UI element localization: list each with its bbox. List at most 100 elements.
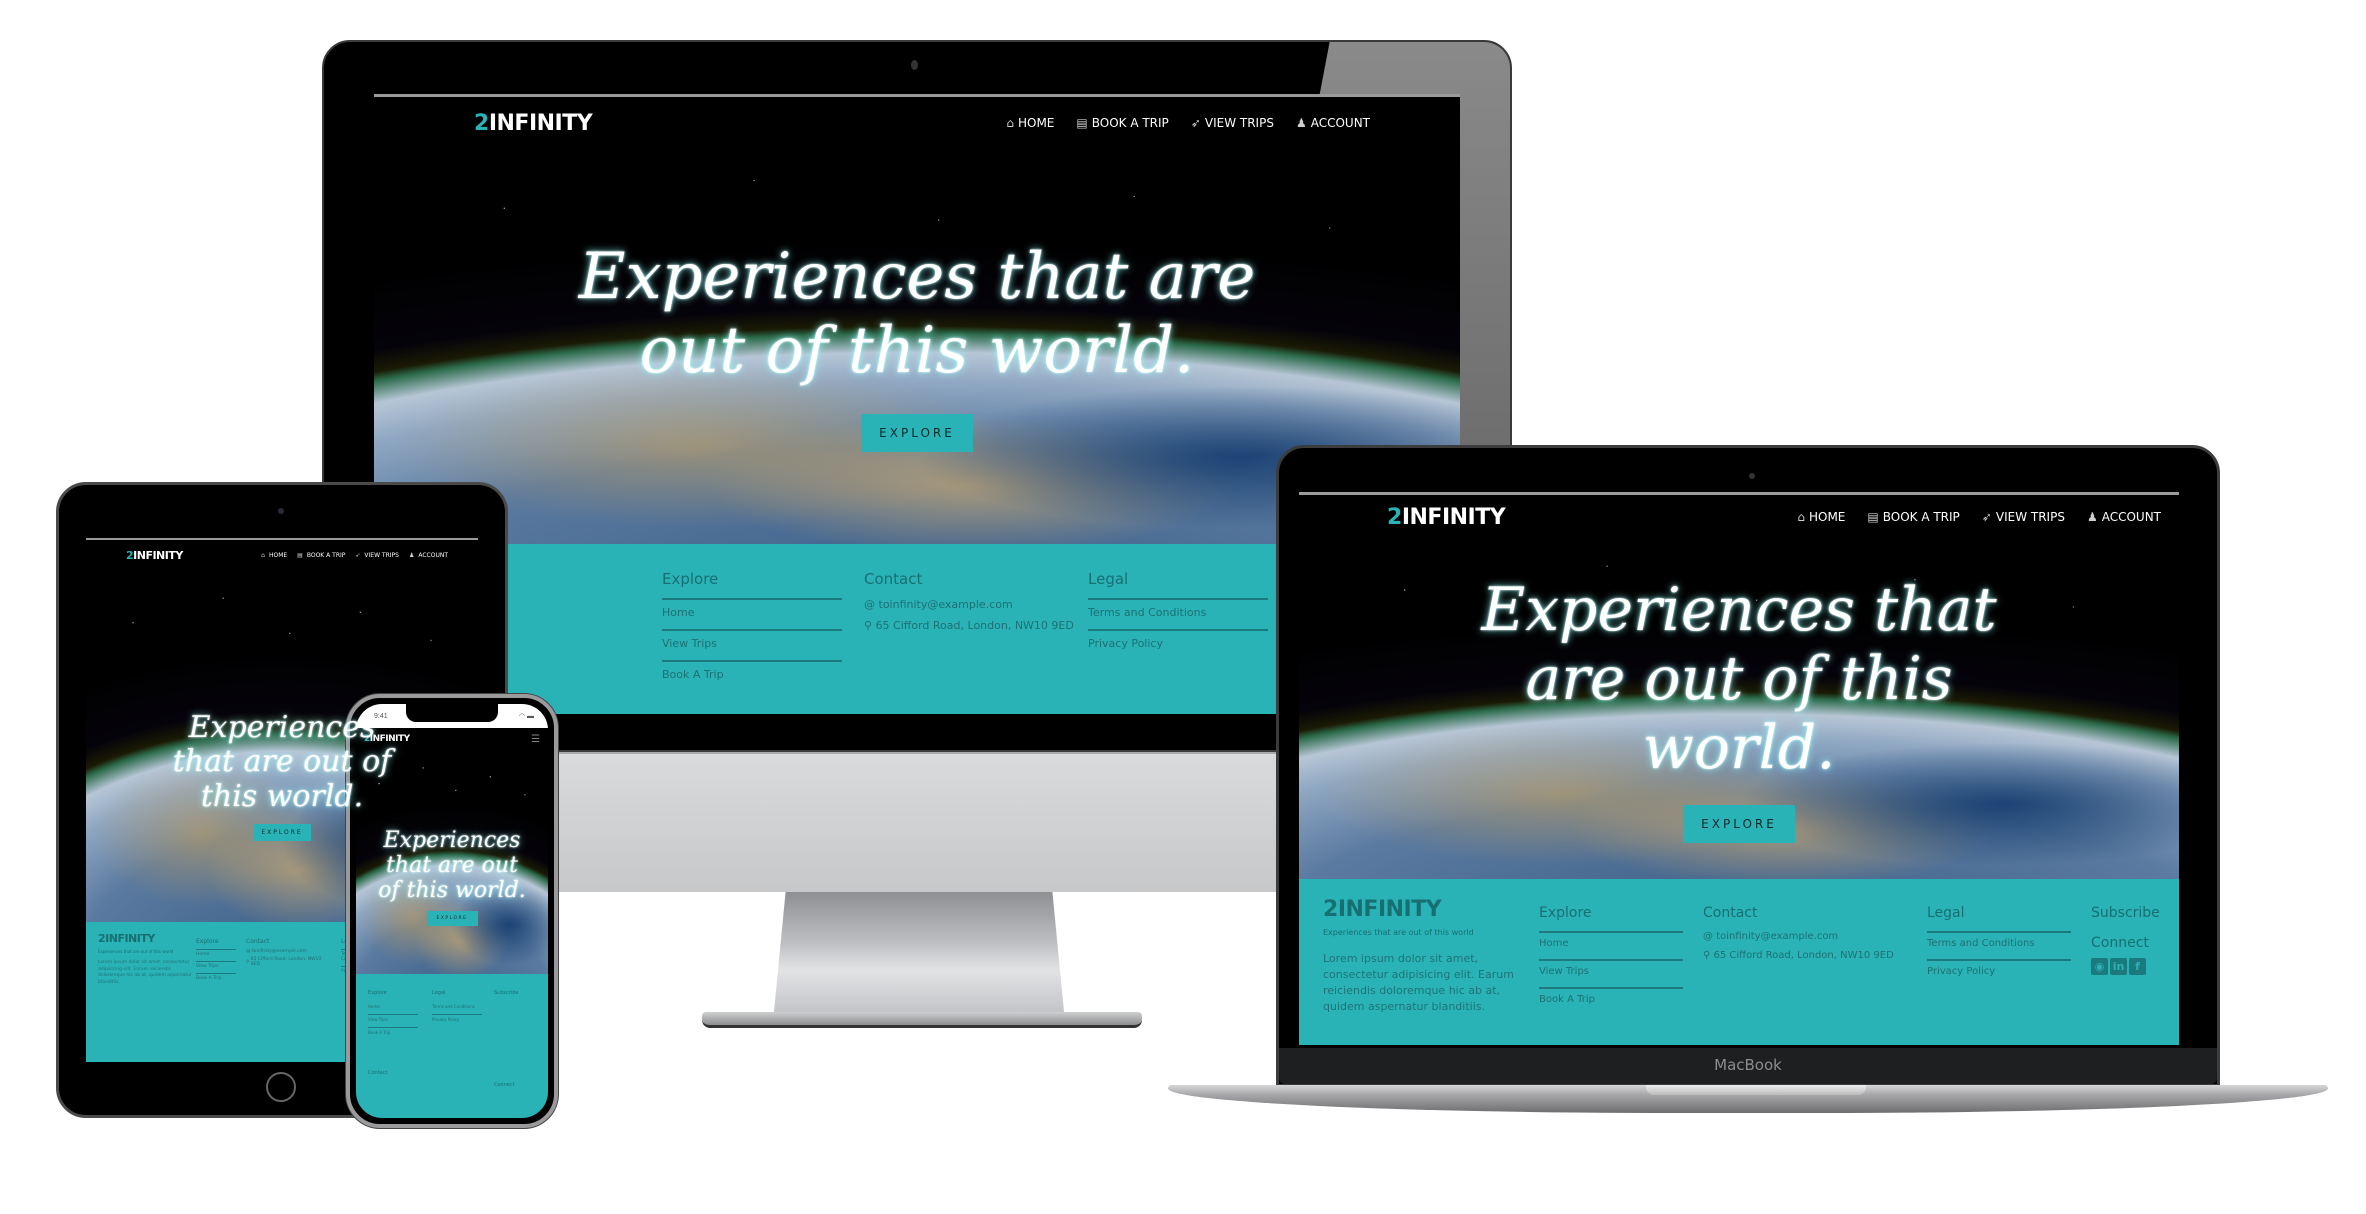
subscribe-heading[interactable]: Subscribe xyxy=(2091,905,2171,921)
logo[interactable]: 2INFINITY xyxy=(1387,505,1506,530)
footer-link-terms[interactable]: Terms and Conditions xyxy=(1927,931,2071,959)
macbook-screen: 2INFINITY ⌂ HOME ▤ BOOK A TRIP ➶ VIEW TRIPS… xyxy=(1299,492,2179,1045)
contact-email[interactable]: @ toinfinity@example.com xyxy=(864,598,1074,611)
footer-description: Lorem ipsum dolor sit amet, consectetur … xyxy=(98,960,192,985)
subscribe-heading[interactable]: Subscribe xyxy=(494,990,544,996)
footer-link-view-trips[interactable]: View Trips xyxy=(1539,959,1683,987)
home-icon: ⌂ xyxy=(261,551,265,559)
navbar: 2INFINITY ⌂ HOME ▤ BOOK A TRIP ➶ VIEW TRIPS… xyxy=(86,540,478,570)
calendar-icon: ▤ xyxy=(1867,510,1879,524)
macbook-mockup: 2INFINITY ⌂ HOME ▤ BOOK A TRIP ➶ VIEW TRIPS… xyxy=(1168,445,2328,1125)
nav-account[interactable]: ♟ ACCOUNT xyxy=(2087,510,2161,524)
contact-email[interactable]: @ toinfinity@example.com xyxy=(246,949,326,954)
home-button[interactable] xyxy=(266,1072,296,1102)
nav-home[interactable]: ⌂ HOME xyxy=(1797,510,1845,524)
footer-link-view-trips[interactable]: View Trips xyxy=(196,961,236,973)
explore-button[interactable]: EXPLORE xyxy=(426,911,478,927)
footer-link-home[interactable]: Home xyxy=(1539,931,1683,959)
nav-home[interactable]: ⌂ HOME xyxy=(261,552,287,559)
footer-link-home[interactable]: Home xyxy=(662,598,842,629)
footer-link-book-a-trip[interactable]: Book A Trip xyxy=(368,1027,418,1040)
contact-address: ⚲ 65 Cifford Road, London, NW10 9ED xyxy=(246,957,322,967)
macbook-label: MacBook xyxy=(1714,1056,1782,1074)
nav-book-a-trip[interactable]: ▤ BOOK A TRIP xyxy=(297,552,345,559)
nav-account[interactable]: ♟ ACCOUNT xyxy=(1296,116,1370,130)
home-icon: ⌂ xyxy=(1006,116,1014,130)
github-icon[interactable]: ◉ xyxy=(2091,958,2108,975)
linkedin-icon[interactable]: in xyxy=(2110,958,2127,975)
footer-tagline: Experiences that are out of this world xyxy=(1323,928,1474,937)
phone-notch xyxy=(406,704,498,722)
user-icon: ♟ xyxy=(408,551,415,559)
user-icon: ♟ xyxy=(2086,510,2098,524)
contact-heading: Contact xyxy=(1703,905,1758,921)
footer-link-view-trips[interactable]: View Trips xyxy=(662,629,842,660)
footer-link-privacy[interactable]: Privacy Policy xyxy=(432,1014,482,1027)
at-icon: @ xyxy=(1703,931,1713,942)
footer-link-privacy[interactable]: Privacy Policy xyxy=(1927,959,2071,987)
user-icon: ♟ xyxy=(1295,116,1307,130)
navbar: 2INFINITY ⌂ HOME ▤ BOOK A TRIP ➶ VIEW TRIPS… xyxy=(374,97,1460,149)
legal-heading: Legal xyxy=(1927,905,1965,921)
wifi-battery-icon: ◠ ▬ xyxy=(518,713,534,720)
nav-view-trips[interactable]: ➶ VIEW TRIPS xyxy=(1191,116,1274,130)
connect-heading: Connect xyxy=(2091,935,2149,951)
explore-heading: Explore xyxy=(1539,905,1592,921)
footer-link-home[interactable]: Home xyxy=(368,1002,418,1014)
at-icon: @ xyxy=(864,598,875,611)
facebook-icon[interactable]: f xyxy=(2129,958,2146,975)
footer: 2INFINITY Experiences that are out of th… xyxy=(1299,879,2179,1045)
hero-title: Experiences that are out of this world. xyxy=(1481,574,1997,783)
contact-heading: Contact xyxy=(864,570,923,588)
camera xyxy=(1749,473,1755,479)
connect-heading: Connect xyxy=(494,1082,515,1088)
camera xyxy=(911,60,918,70)
footer-link-terms[interactable]: Terms and Conditions xyxy=(432,1002,482,1014)
imac-stand-base xyxy=(702,1012,1142,1028)
website: 2INFINITY ⌂ HOME ▤ BOOK A TRIP ➶ VIEW TRIPS… xyxy=(1299,495,2179,1045)
status-time: 9:41 xyxy=(374,712,388,720)
nav-book-a-trip[interactable]: ▤ BOOK A TRIP xyxy=(1076,116,1168,130)
contact-address: ⚲ 65 Cifford Road, London, NW10 9ED xyxy=(1703,950,1894,961)
hamburger-menu-icon[interactable]: ☰ xyxy=(531,734,540,745)
footer: Explore Home View Trips Book A Trip Lega… xyxy=(356,974,548,1118)
calendar-icon: ▤ xyxy=(1076,116,1088,130)
rocket-icon: ➶ xyxy=(1981,510,1992,524)
footer-link-book-a-trip[interactable]: Book A Trip xyxy=(196,973,236,985)
footer-description: Lorem ipsum dolor sit amet, consectetur … xyxy=(1323,952,1514,1013)
nav-view-trips[interactable]: ➶ VIEW TRIPS xyxy=(355,552,399,559)
nav-home[interactable]: ⌂ HOME xyxy=(1006,116,1054,130)
explore-button[interactable]: EXPLORE xyxy=(861,414,973,453)
apple-logo-icon xyxy=(887,805,947,875)
explore-button[interactable]: EXPLORE xyxy=(1683,804,1795,843)
rocket-icon: ➶ xyxy=(355,551,361,559)
camera xyxy=(278,508,284,514)
hero: Experiences that are out of this world. … xyxy=(1299,539,2179,879)
macbook-lid: 2INFINITY ⌂ HOME ▤ BOOK A TRIP ➶ VIEW TRIPS… xyxy=(1276,445,2220,1087)
footer-link-book-a-trip[interactable]: Book A Trip xyxy=(662,660,842,691)
calendar-icon: ▤ xyxy=(297,551,303,559)
nav-view-trips[interactable]: ➶ VIEW TRIPS xyxy=(1982,510,2065,524)
nav-book-a-trip[interactable]: ▤ BOOK A TRIP xyxy=(1867,510,1959,524)
explore-heading: Explore xyxy=(662,570,719,588)
logo[interactable]: 2INFINITY xyxy=(474,111,593,136)
footer-link-book-a-trip[interactable]: Book A Trip xyxy=(1539,987,1683,1015)
imac-stand xyxy=(774,892,1064,1022)
home-icon: ⌂ xyxy=(1797,510,1805,524)
footer-tagline: Experiences that are out of this world xyxy=(98,949,174,954)
footer-link-home[interactable]: Home xyxy=(196,949,236,961)
logo[interactable]: 2INFINITY xyxy=(126,549,183,562)
contact-email[interactable]: @ toinfinity@example.com xyxy=(1703,931,1913,942)
footer-link-view-trips[interactable]: View Trips xyxy=(368,1014,418,1027)
explore-heading: Explore xyxy=(368,990,387,996)
footer-logo: 2INFINITY xyxy=(1323,897,1442,922)
nav-account[interactable]: ♟ ACCOUNT xyxy=(409,552,448,559)
map-pin-icon: ⚲ xyxy=(864,619,873,632)
hero-title: Experiences that are out of this world. xyxy=(378,827,526,904)
at-icon: @ xyxy=(246,949,251,954)
rocket-icon: ➶ xyxy=(1190,116,1201,130)
macbook-hinge-notch xyxy=(1646,1085,1866,1095)
map-pin-icon: ⚲ xyxy=(1703,950,1711,961)
explore-button[interactable]: EXPLORE xyxy=(253,824,311,842)
navbar: 2INFINITY ⌂ HOME ▤ BOOK A TRIP ➶ VIEW TRIPS… xyxy=(1299,495,2179,539)
